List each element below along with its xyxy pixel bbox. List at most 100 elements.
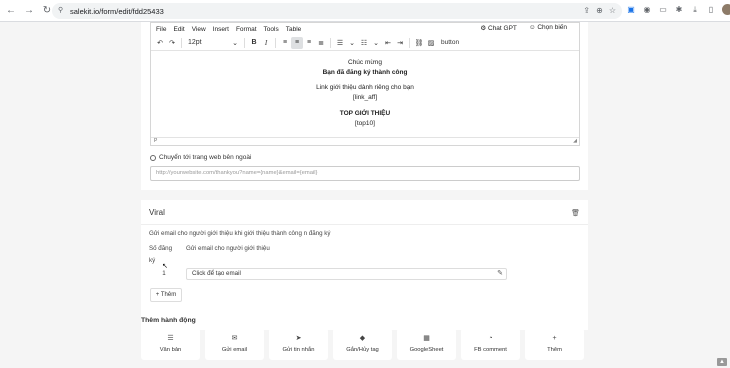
count-header-line: Số đăng <box>149 245 173 252</box>
text-icon: ☰ <box>167 335 174 342</box>
toolbar-divider <box>409 37 410 48</box>
tag-icon: ◆ <box>359 335 366 342</box>
italic-icon[interactable]: I <box>260 37 272 49</box>
redirect-url-input[interactable]: http://yourwebsite.com/thankyou?name={na… <box>150 166 580 181</box>
content-line: Chúc mừng <box>348 59 382 66</box>
content-line: TOP GIỚI THIỆU <box>339 110 391 117</box>
chevron-down-icon: ⌄ <box>232 39 238 47</box>
send-icon: ➤ <box>295 335 302 342</box>
align-justify-icon[interactable]: ≣ <box>315 37 327 49</box>
element-path: P <box>154 138 158 144</box>
undo-icon[interactable]: ↶ <box>154 37 166 49</box>
action-label: Thêm <box>547 347 562 353</box>
email-icon: ✉ <box>231 335 238 342</box>
choose-variable-button[interactable]: ☺ Chọn biến <box>529 24 567 32</box>
share-icon[interactable]: ⇪ <box>583 6 590 15</box>
editor-toolbar: ↶ ↷ 12pt ⌄ B I ≡ ≡ ≡ ≣ ☰ ⌄ ☷ ⌄ ⇤ ⇥ ⛓ ▨ b… <box>151 35 579 51</box>
redirect-option[interactable]: Chuyển tới trang web bên ngoài <box>150 154 251 161</box>
menu-file[interactable]: File <box>156 26 166 33</box>
create-email-label: Click để tạo email <box>192 270 241 277</box>
editor-menubar: File Edit View Insert Format Tools Table… <box>151 23 579 35</box>
menu-view[interactable]: View <box>192 26 206 33</box>
action-label: Gắn/Hủy tag <box>346 347 379 353</box>
thankyou-card: File Edit View Insert Format Tools Table… <box>141 22 588 190</box>
action-message-button[interactable]: ➤ Gửi tin nhắn <box>269 328 328 360</box>
forward-icon[interactable]: → <box>22 4 36 18</box>
rich-text-editor: File Edit View Insert Format Tools Table… <box>150 22 580 146</box>
sidepanel-icon[interactable]: ▯ <box>706 5 716 15</box>
align-center-icon[interactable]: ≡ <box>291 36 303 49</box>
redirect-label: Chuyển tới trang web bên ngoài <box>159 154 252 161</box>
plus-icon: + <box>552 335 557 342</box>
download-icon[interactable]: ⤓ <box>690 5 700 15</box>
action-more-button[interactable]: + Thêm <box>525 328 584 360</box>
browser-toolbar: ← → ↻ ⚲ salekit.io/form/edit/fdd25433 ⇪ … <box>0 0 730 22</box>
content-line: [top10] <box>355 119 375 127</box>
puzzle-icon[interactable]: ✱ <box>674 5 684 15</box>
menu-insert[interactable]: Insert <box>213 26 229 33</box>
menu-format[interactable]: Format <box>236 26 257 33</box>
link-icon[interactable]: ⛓ <box>413 37 425 49</box>
bullet-list-icon[interactable]: ☰ <box>334 37 346 49</box>
content-line: [link_aff] <box>352 93 378 101</box>
font-size-select[interactable]: 12pt ⌄ <box>185 37 241 49</box>
bold-icon[interactable]: B <box>248 37 260 49</box>
action-label: Gửi email <box>221 347 248 353</box>
font-size-value: 12pt <box>188 39 202 46</box>
camera-extension-icon[interactable]: ◉ <box>642 5 652 15</box>
image-icon[interactable]: ▨ <box>425 37 437 49</box>
action-text-button[interactable]: ☰ Văn bản <box>141 328 200 360</box>
insert-button-tool[interactable]: button <box>441 37 459 49</box>
toolbar-divider <box>181 37 182 48</box>
action-tag-button[interactable]: ◆ Gắn/Hủy tag <box>333 328 392 360</box>
extension-icon[interactable]: ▣ <box>626 5 636 15</box>
viral-description: Gửi email cho người giới thiệu khi giới … <box>149 230 331 237</box>
site-info-icon[interactable]: ⚲ <box>58 7 66 15</box>
editor-content[interactable]: Chúc mừng Bạn đã đăng ký thành công Link… <box>151 52 579 138</box>
edit-icon[interactable]: ✎ <box>497 269 503 279</box>
align-left-icon[interactable]: ≡ <box>279 37 291 49</box>
zoom-icon[interactable]: ⊕ <box>596 6 603 15</box>
profile-avatar[interactable] <box>722 4 730 15</box>
menu-tools[interactable]: Tools <box>264 26 279 33</box>
resize-handle-icon[interactable]: ◢ <box>573 138 577 144</box>
viral-title: Viral <box>149 208 165 217</box>
form-edit-page: File Edit View Insert Format Tools Table… <box>0 22 730 368</box>
trash-icon[interactable]: 🗑 <box>571 209 580 217</box>
action-sheet-button[interactable]: ▦ GoogleSheet <box>397 328 456 360</box>
radio-button[interactable] <box>150 154 156 161</box>
numbered-list-icon[interactable]: ☷ <box>358 37 370 49</box>
toolbar-divider <box>244 37 245 48</box>
variable-icon: ☺ <box>528 24 536 31</box>
email-column-header: Gửi email cho người giới thiệu <box>186 245 270 252</box>
create-email-field[interactable]: Click để tạo email ✎ <box>186 268 507 280</box>
viral-card: Viral 🗑 Gửi email cho người giới thiệu k… <box>141 200 588 330</box>
add-row-button[interactable]: + Thêm <box>150 288 182 302</box>
outdent-icon[interactable]: ⇤ <box>382 37 394 49</box>
screen-extension-icon[interactable]: ▭ <box>658 5 668 15</box>
back-icon[interactable]: ← <box>4 4 18 18</box>
mouse-cursor: ↖ <box>162 263 168 270</box>
url-text[interactable]: salekit.io/form/edit/fdd25433 <box>70 7 164 16</box>
indent-icon[interactable]: ⇥ <box>394 37 406 49</box>
sheet-icon: ▦ <box>423 335 430 342</box>
content-line: Bạn đã đăng ký thành công <box>322 68 408 76</box>
chevron-down-icon[interactable]: ⌄ <box>346 37 358 49</box>
scroll-top-icon[interactable]: ▲ <box>717 358 727 366</box>
address-bar[interactable]: ⚲ salekit.io/form/edit/fdd25433 ⇪ ⊕ ☆ <box>52 3 622 19</box>
chevron-down-icon[interactable]: ⌄ <box>370 37 382 49</box>
menu-table[interactable]: Table <box>286 26 302 33</box>
action-label: Văn bản <box>159 347 182 353</box>
action-email-button[interactable]: ✉ Gửi email <box>205 328 264 360</box>
menu-edit[interactable]: Edit <box>173 26 184 33</box>
chatgpt-label: Chat GPT <box>488 25 517 32</box>
chatgpt-button[interactable]: ⚙ Chat GPT <box>480 24 517 32</box>
bookmark-star-icon[interactable]: ☆ <box>609 6 616 15</box>
action-fbcomment-button[interactable]: ◔ FB comment <box>461 328 520 360</box>
toolbar-divider <box>275 37 276 48</box>
add-action-title: Thêm hành động <box>141 317 196 324</box>
align-right-icon[interactable]: ≡ <box>303 37 315 49</box>
choose-variable-label: Chọn biến <box>537 24 567 31</box>
redo-icon[interactable]: ↷ <box>166 37 178 49</box>
action-label: FB comment <box>474 347 507 353</box>
